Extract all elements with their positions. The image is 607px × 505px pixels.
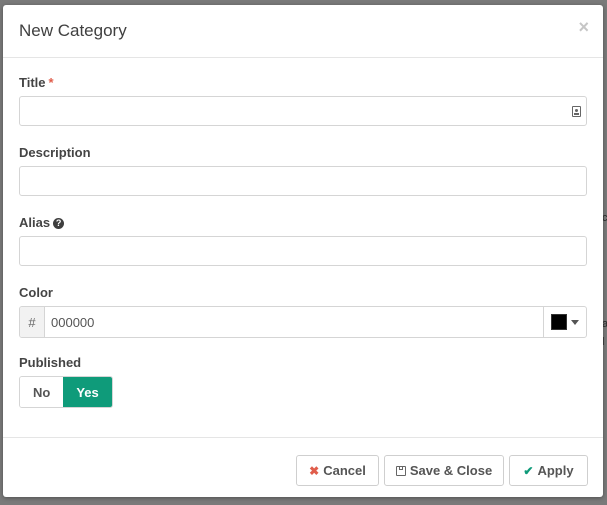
close-icon[interactable]: × <box>578 17 589 37</box>
dialog-footer: ✖ Cancel Save & Close ✔ Apply <box>3 437 603 497</box>
color-hex-input[interactable] <box>45 307 543 337</box>
id-card-icon <box>572 106 581 117</box>
cancel-icon: ✖ <box>309 463 320 478</box>
alias-label: Alias? <box>19 215 65 230</box>
apply-button-label: Apply <box>537 463 574 478</box>
save-close-button-label: Save & Close <box>409 463 493 478</box>
apply-button[interactable]: ✔ Apply <box>509 455 588 486</box>
published-toggle: No Yes <box>19 376 113 408</box>
cancel-button[interactable]: ✖ Cancel <box>296 455 379 486</box>
required-marker: * <box>48 75 54 90</box>
alias-label-text: Alias <box>19 215 51 230</box>
color-swatch <box>551 314 567 330</box>
question-circle-icon[interactable]: ? <box>53 218 65 229</box>
description-label: Description <box>19 145 91 160</box>
published-yes-button[interactable]: Yes <box>63 377 112 407</box>
published-label: Published <box>19 355 82 370</box>
alias-input[interactable] <box>19 236 587 266</box>
color-hash-prefix: # <box>20 307 45 337</box>
save-close-button[interactable]: Save & Close <box>384 455 504 486</box>
dialog-header: New Category × <box>3 5 603 58</box>
color-field: # <box>19 306 587 338</box>
dialog-title: New Category <box>19 21 127 40</box>
title-label-text: Title <box>19 75 46 90</box>
cancel-button-label: Cancel <box>323 463 366 478</box>
title-input[interactable] <box>19 96 587 126</box>
color-picker-button[interactable] <box>543 307 586 337</box>
title-label: Title * <box>19 75 54 90</box>
floppy-disk-icon <box>395 465 406 476</box>
color-label: Color <box>19 285 53 300</box>
new-category-dialog: New Category × Title * Description Alias?… <box>3 5 603 497</box>
chevron-down-icon <box>571 319 579 325</box>
description-input[interactable] <box>19 166 587 196</box>
check-icon: ✔ <box>523 463 534 478</box>
published-no-button[interactable]: No <box>20 377 64 407</box>
